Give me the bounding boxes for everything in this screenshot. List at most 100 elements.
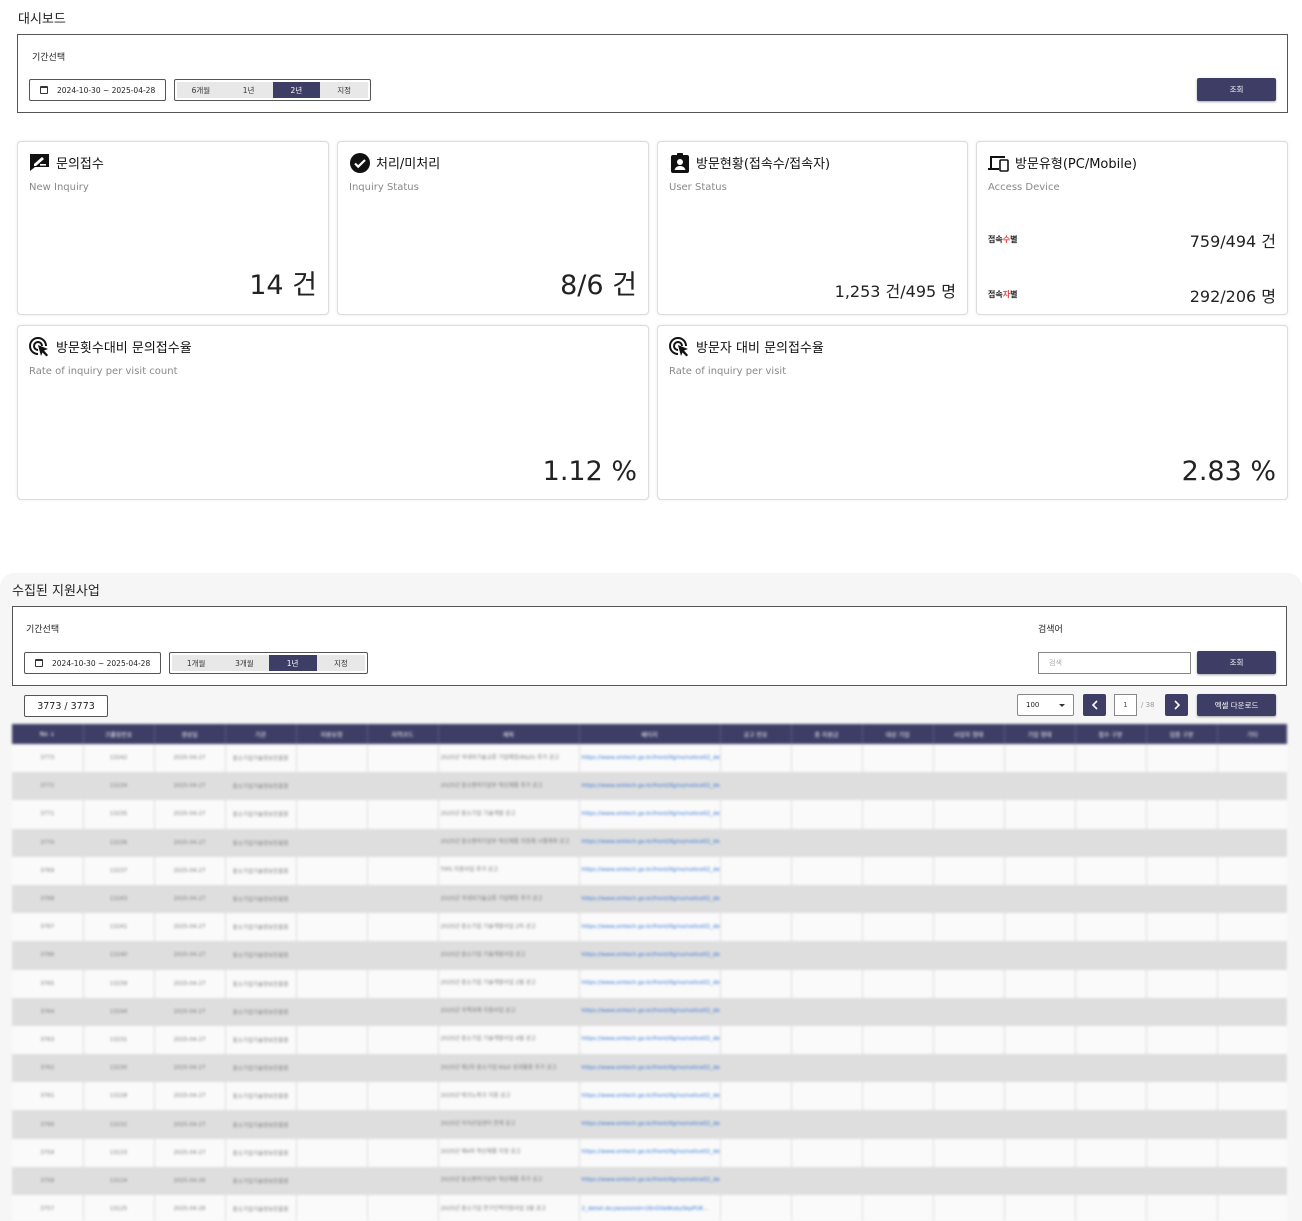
column-header[interactable]: 지원유형 bbox=[296, 724, 368, 744]
card-subtitle: New Inquiry bbox=[29, 182, 89, 193]
cell-url[interactable]: https://www.smtech.go.kr/front/ifg/no/no… bbox=[579, 1166, 721, 1195]
table-row[interactable]: 3764 13244 2025-04-27 중소기업기술정보진흥원 2025년 국책과제… bbox=[12, 997, 1287, 1026]
cell-empty bbox=[791, 1054, 863, 1083]
column-header[interactable]: 기타 bbox=[1217, 724, 1287, 744]
table-row[interactable]: 3757 13125 2025-04-26 중소기업기술정보진흥원 2025년 중소기업… bbox=[12, 1195, 1287, 1221]
table-row[interactable]: 3759 13133 2025-04-27 중소기업기술정보진흥원 2025년 제4차 … bbox=[12, 1138, 1287, 1167]
table-row[interactable]: 3765 13239 2025-04-27 중소기업기술정보진흥원 2025년 중소기업… bbox=[12, 969, 1287, 998]
cell-empty bbox=[1004, 1195, 1076, 1221]
card-access-device: 방문유형(PC/Mobile) Access Device 접속수별 759/4… bbox=[976, 141, 1288, 315]
column-header[interactable]: 크롤링번호 bbox=[83, 724, 155, 744]
table-row[interactable]: 3767 13241 2025-04-27 중소기업기술정보진흥원 2025년 중소기업… bbox=[12, 913, 1287, 942]
column-header[interactable]: 총 지원금 bbox=[791, 724, 863, 744]
column-header[interactable]: 공고 번호 bbox=[720, 724, 792, 744]
cell-org: 중소기업기술정보진흥원 bbox=[225, 856, 297, 885]
period-1y-button[interactable]: 1년 bbox=[224, 82, 273, 98]
cell-empty bbox=[1217, 1025, 1287, 1055]
cell-url[interactable]: https://www.smtech.go.kr/front/ifg/no/no… bbox=[579, 800, 721, 829]
cell-empty bbox=[791, 772, 863, 801]
table-row[interactable]: 3766 13240 2025-04-27 중소기업기술정보진흥원 2025년 중소기업… bbox=[12, 941, 1287, 970]
cell-empty bbox=[296, 772, 368, 801]
cell-date: 2025-04-27 bbox=[154, 744, 226, 773]
date-range-picker[interactable]: 2024-10-30 ~ 2025-04-28 bbox=[24, 652, 161, 674]
table-row[interactable]: 3769 13237 2025-04-27 중소기업기술정보진흥원 TIPS 지원사업 … bbox=[12, 856, 1287, 885]
cell-url[interactable]: https://www.smtech.go.kr/front/ifg/no/no… bbox=[579, 1025, 721, 1055]
page-size-select[interactable]: 100 bbox=[1017, 694, 1074, 716]
cell-url[interactable]: https://www.smtech.go.kr/front/ifg/no/no… bbox=[579, 969, 721, 998]
card-inquiry-status: 처리/미처리 Inquiry Status 8/6 건 bbox=[337, 141, 649, 315]
period-custom-button[interactable]: 지정 bbox=[320, 82, 368, 98]
cell-org: 중소기업기술정보진흥원 bbox=[225, 997, 297, 1026]
cell-url[interactable]: https://www.smtech.go.kr/front/ifg/no/no… bbox=[579, 828, 721, 857]
cell-url[interactable]: https://www.smtech.go.kr/front/ifg/no/no… bbox=[579, 856, 721, 885]
column-header[interactable]: 접수 구분 bbox=[1075, 724, 1147, 744]
cell-url[interactable]: 2_detail.do;jsessionid=16nGVaWubySkpPUK.… bbox=[579, 1195, 721, 1221]
cell-url[interactable]: https://www.smtech.go.kr/front/ifg/no/no… bbox=[579, 1138, 721, 1167]
table-row[interactable]: 3758 13124 2025-04-26 중소기업기술정보진흥원 2025년 중소벤처… bbox=[12, 1166, 1287, 1195]
cell-url[interactable]: https://www.smtech.go.kr/front/ifg/no/no… bbox=[579, 884, 721, 914]
cell-empty bbox=[367, 1138, 439, 1167]
cell-empty bbox=[1004, 800, 1076, 829]
table-row[interactable]: 3761 13228 2025-04-27 중소기업기술정보진흥원 2025년 테크노파… bbox=[12, 1082, 1287, 1111]
column-header[interactable]: 지역코드 bbox=[367, 724, 439, 744]
cell-org: 중소기업기술정보진흥원 bbox=[225, 941, 297, 970]
column-header[interactable]: No ↓ bbox=[12, 724, 84, 744]
table-row[interactable]: 3772 13234 2025-04-27 중소기업기술정보진흥원 2025년 중소벤처… bbox=[12, 772, 1287, 801]
cell-url[interactable]: https://www.smtech.go.kr/front/ifg/no/no… bbox=[579, 1054, 721, 1083]
cell-url[interactable]: https://www.smtech.go.kr/front/ifg/no/no… bbox=[579, 744, 721, 773]
cell-empty bbox=[791, 1195, 863, 1221]
keyword-search-input[interactable]: 검색 bbox=[1038, 652, 1191, 674]
table-row[interactable]: 3768 13243 2025-04-27 중소기업기술정보진흥원 2025년 국내외기… bbox=[12, 884, 1287, 914]
cell-empty bbox=[296, 1025, 368, 1055]
cell-crawl: 13235 bbox=[83, 800, 155, 829]
cell-empty bbox=[1075, 997, 1147, 1026]
cell-url[interactable]: https://www.smtech.go.kr/front/ifg/no/no… bbox=[579, 1110, 721, 1139]
cell-url[interactable]: https://www.smtech.go.kr/front/ifg/no/no… bbox=[579, 941, 721, 970]
prev-page-button[interactable] bbox=[1083, 694, 1106, 716]
period-custom-button[interactable]: 지정 bbox=[316, 655, 365, 671]
column-header[interactable]: 페이지 bbox=[579, 724, 721, 744]
cell-empty bbox=[1004, 1082, 1076, 1111]
date-range-picker[interactable]: 2024-10-30 ~ 2025-04-28 bbox=[29, 79, 166, 101]
page-number-input[interactable]: 1 bbox=[1114, 694, 1137, 716]
cell-crawl: 13239 bbox=[83, 969, 155, 998]
cell-empty bbox=[791, 969, 863, 998]
cell-url[interactable]: https://www.smtech.go.kr/front/ifg/no/no… bbox=[579, 997, 721, 1026]
cell-empty bbox=[933, 1138, 1005, 1167]
cell-url[interactable]: https://www.smtech.go.kr/front/ifg/no/no… bbox=[579, 1082, 721, 1111]
cell-empty bbox=[1146, 828, 1218, 857]
column-header[interactable]: 기관 bbox=[225, 724, 297, 744]
column-header[interactable]: 사업자 형태 bbox=[933, 724, 1005, 744]
period-6m-button[interactable]: 6개월 bbox=[177, 82, 225, 98]
cell-empty bbox=[296, 1110, 368, 1139]
cell-empty bbox=[1217, 744, 1287, 773]
column-header[interactable]: 대상 기업 bbox=[862, 724, 934, 744]
period-2y-button[interactable]: 2년 bbox=[272, 82, 321, 98]
period-1y-button[interactable]: 1년 bbox=[268, 655, 317, 671]
table-row[interactable]: 3771 13235 2025-04-27 중소기업기술정보진흥원 2025년 중소기업… bbox=[12, 800, 1287, 829]
table-row[interactable]: 3770 13236 2025-04-27 중소기업기술정보진흥원 2025년 중소벤처… bbox=[12, 828, 1287, 857]
cell-empty bbox=[1004, 1110, 1076, 1139]
period-3m-button[interactable]: 3개월 bbox=[220, 655, 269, 671]
dashboard-search-button[interactable]: 조회 bbox=[1197, 78, 1276, 101]
visitor-count-label: 접속자별 bbox=[988, 290, 1018, 299]
period-label: 기간선택 bbox=[32, 53, 66, 63]
column-header[interactable]: 생성일 bbox=[154, 724, 226, 744]
period-1m-button[interactable]: 1개월 bbox=[172, 655, 221, 671]
cell-empty bbox=[1146, 772, 1218, 801]
programs-search-button[interactable]: 조회 bbox=[1197, 651, 1276, 674]
cursor-click-icon bbox=[29, 336, 50, 357]
excel-download-button[interactable]: 엑셀 다운로드 bbox=[1197, 694, 1276, 716]
chevron-left-icon bbox=[1091, 700, 1098, 710]
next-page-button[interactable] bbox=[1165, 694, 1188, 716]
table-row[interactable]: 3760 13232 2025-04-27 중소기업기술정보진흥원 2025년 지식산업… bbox=[12, 1110, 1287, 1139]
column-header[interactable]: 업종 구분 bbox=[1146, 724, 1218, 744]
cell-empty bbox=[720, 941, 792, 970]
cell-url[interactable]: https://www.smtech.go.kr/front/ifg/no/no… bbox=[579, 913, 721, 942]
column-header[interactable]: 제목 bbox=[438, 724, 580, 744]
table-row[interactable]: 3763 13231 2025-04-27 중소기업기술정보진흥원 2025년 중소기업… bbox=[12, 1025, 1287, 1055]
table-row[interactable]: 3762 13230 2025-04-27 중소기업기술정보진흥원 2025년 제2차 … bbox=[12, 1054, 1287, 1083]
cell-url[interactable]: https://www.smtech.go.kr/front/ifg/no/no… bbox=[579, 772, 721, 801]
column-header[interactable]: 기업 형태 bbox=[1004, 724, 1076, 744]
table-row[interactable]: 3773 13242 2025-04-27 중소기업기술정보진흥원 2025년 국내외기… bbox=[12, 744, 1287, 773]
